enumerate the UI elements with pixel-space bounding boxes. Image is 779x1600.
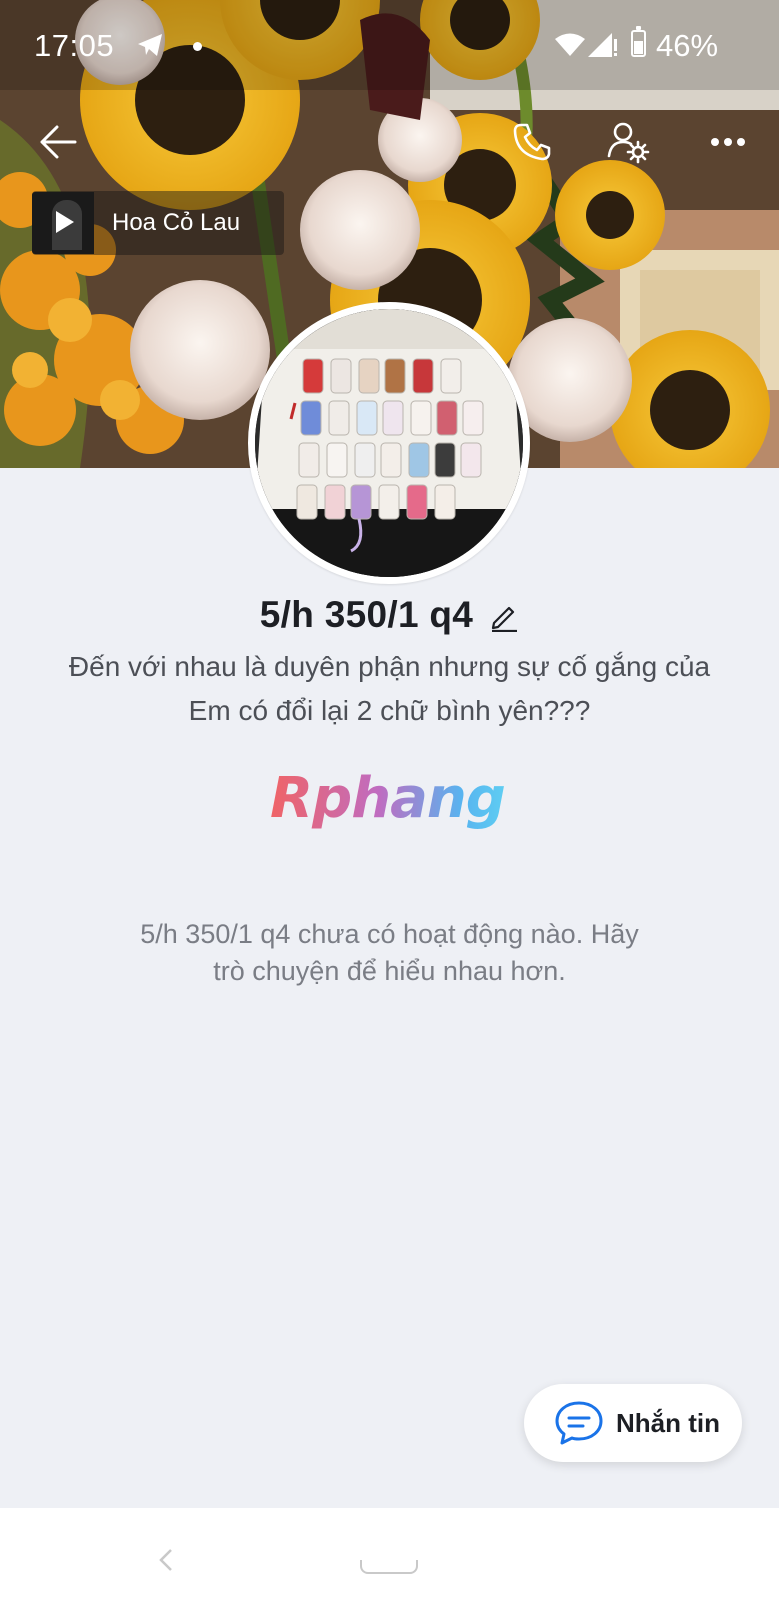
profile-name-row: 5/h 350/1 q4 (0, 594, 779, 636)
signal-icon (588, 33, 618, 62)
arrow-left-icon (40, 125, 77, 159)
bio-line: Đến với nhau là duyên phận nhưng sự cố g… (68, 651, 711, 682)
battery-icon (631, 26, 646, 57)
phone-icon (513, 123, 551, 161)
profile-music-player[interactable]: Hoa Cỏ Lau (32, 191, 284, 255)
profile-name: 5/h 350/1 q4 (259, 594, 474, 635)
back-button[interactable] (28, 112, 88, 172)
empty-activity-message: 5/h 350/1 q4 chưa có hoạt động nào. Hãy … (60, 916, 719, 990)
play-icon (56, 211, 74, 233)
bio-line: Em có đổi lại 2 chữ bình yên??? (188, 695, 591, 726)
empty-activity-line: trò chuyện để hiểu nhau hơn. (213, 956, 566, 986)
more-options-button[interactable] (698, 112, 758, 172)
status-time: 17:05 (34, 28, 115, 63)
nav-back-button[interactable] (158, 1548, 174, 1577)
profile-avatar[interactable] (248, 302, 530, 584)
avatar-image (255, 309, 523, 577)
music-title: Hoa Cỏ Lau (112, 209, 241, 236)
pencil-icon (492, 606, 518, 632)
chat-bubble-icon (554, 1400, 604, 1446)
profile-bio: Đến với nhau là duyên phận nhưng sự cố g… (30, 645, 749, 733)
system-navigation-bar (0, 1508, 779, 1600)
notification-dot-icon (193, 42, 202, 51)
chevron-left-icon (159, 1549, 172, 1571)
call-button[interactable] (502, 112, 562, 172)
music-thumbnail (32, 192, 94, 254)
telegram-icon (136, 32, 164, 63)
bio-brand-logo: Rphang (270, 764, 510, 834)
empty-activity-line: 5/h 350/1 q4 chưa có hoạt động nào. Hãy (140, 919, 639, 949)
send-message-button[interactable]: Nhắn tin (524, 1384, 742, 1462)
more-horizontal-icon (711, 138, 745, 146)
edit-name-button[interactable] (489, 602, 519, 632)
battery-percent: 46% (656, 28, 719, 63)
profile-settings-button[interactable] (598, 112, 658, 172)
wifi-icon (555, 32, 585, 61)
user-settings-icon (607, 122, 650, 164)
nav-home-button[interactable] (360, 1560, 418, 1574)
status-bar: 17:05 46% (0, 0, 779, 90)
send-message-label: Nhắn tin (616, 1407, 720, 1438)
